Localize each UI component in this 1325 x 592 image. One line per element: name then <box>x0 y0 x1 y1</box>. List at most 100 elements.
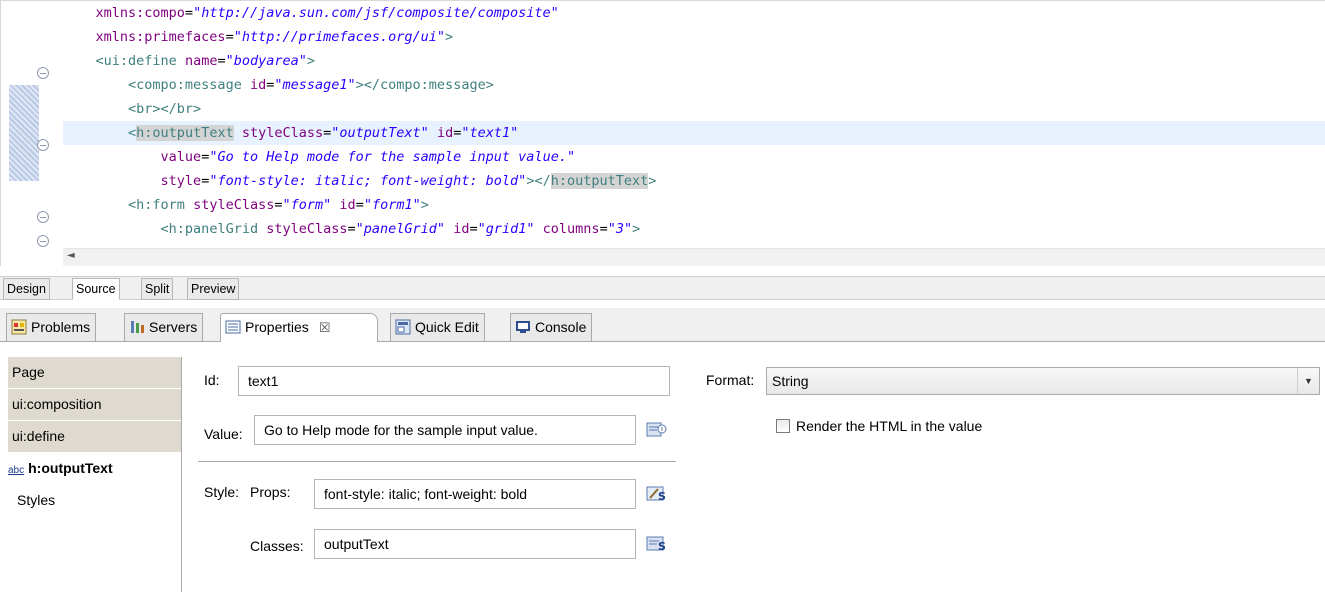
code-token: "grid1" <box>477 221 535 237</box>
tab-problems-label: Problems <box>31 319 91 335</box>
code-token: "bodyarea" <box>225 53 307 69</box>
properties-icon <box>225 317 241 334</box>
code-token: = <box>599 221 608 237</box>
code-token: "form1" <box>363 197 421 213</box>
code-token: "3" <box>607 221 633 237</box>
output-text-icon: abc <box>8 465 25 476</box>
fold-toggle-icon[interactable] <box>37 67 49 79</box>
code-token: id <box>436 125 454 141</box>
quick-edit-icon <box>395 317 411 335</box>
code-token: styleClass <box>193 197 275 213</box>
classes-field[interactable]: outputText <box>314 529 636 559</box>
value-field[interactable]: Go to Help mode for the sample input val… <box>254 415 636 445</box>
code-line[interactable]: <ui:define name="bodyarea"> <box>63 49 1325 73</box>
code-token: value <box>160 149 202 165</box>
nav-item-styles[interactable]: Styles <box>8 485 181 517</box>
code-token: > <box>648 173 657 189</box>
nav-item-h-outputtext[interactable]: abc h:outputText <box>8 453 181 485</box>
code-token: name <box>184 53 218 69</box>
code-token: <compo:message <box>128 77 242 93</box>
code-line[interactable]: value="Go to Help mode for the sample in… <box>63 145 1325 169</box>
tab-source[interactable]: Source <box>72 278 120 300</box>
tab-problems[interactable]: Problems <box>6 313 97 341</box>
chevron-down-icon[interactable]: ▼ <box>1297 368 1319 394</box>
code-line[interactable]: xmlns:compo="http://java.sun.com/jsf/com… <box>63 1 1325 25</box>
code-token: < <box>128 125 137 141</box>
code-token: "form" <box>282 197 332 213</box>
fold-toggle-icon[interactable] <box>37 235 49 247</box>
render-html-checkbox[interactable] <box>776 419 790 433</box>
code-token: ></compo:message> <box>355 77 494 93</box>
tab-console[interactable]: Console <box>510 313 593 341</box>
code-token: id <box>249 77 267 93</box>
classes-label: Classes: <box>250 538 304 554</box>
code-token: <h:form <box>128 197 185 213</box>
code-token: = <box>184 5 194 21</box>
code-line[interactable]: xmlns:primefaces="http://primefaces.org/… <box>63 25 1325 49</box>
value-label: Value: <box>204 426 243 442</box>
code-token: xmlns:compo <box>95 5 185 21</box>
code-line[interactable]: <h:panelGrid styleClass="panelGrid" id="… <box>63 217 1325 241</box>
binding-icon[interactable] <box>646 420 668 440</box>
source-editor[interactable]: xmlns:compo="http://java.sun.com/jsf/com… <box>0 0 1325 267</box>
code-token: <h:panelGrid <box>160 221 259 237</box>
code-token: = <box>274 197 283 213</box>
format-select-value: String <box>772 373 809 389</box>
code-token: "message1" <box>274 77 356 93</box>
tab-quick-edit-label: Quick Edit <box>415 319 479 335</box>
fold-toggle-icon[interactable] <box>37 211 49 223</box>
code-token: "Go to Help mode for the sample input va… <box>209 149 576 165</box>
section-divider <box>198 461 676 463</box>
properties-panel: Page ui:composition ui:define abc h:outpu… <box>0 343 1325 592</box>
props-field[interactable]: font-style: italic; font-weight: bold <box>314 479 636 509</box>
style-label: Style: <box>204 484 240 500</box>
horizontal-scrollbar[interactable]: ◄ <box>63 248 1325 266</box>
console-icon <box>515 317 531 333</box>
tab-split[interactable]: Split <box>141 278 174 300</box>
svg-text:S: S <box>658 490 666 503</box>
code-token: = <box>217 53 226 69</box>
code-line[interactable]: <h:form styleClass="form" id="form1"> <box>63 193 1325 217</box>
tab-properties[interactable]: Properties ☒ <box>220 313 378 342</box>
nav-item-ui-define[interactable]: ui:define <box>8 421 181 453</box>
code-token: > <box>632 221 641 237</box>
nav-item-page[interactable]: Page <box>8 357 181 389</box>
tab-servers-label: Servers <box>149 319 198 335</box>
tab-preview[interactable]: Preview <box>187 278 240 300</box>
style-edit-icon[interactable]: S <box>646 484 668 504</box>
code-token: <br></br> <box>128 101 202 117</box>
servers-icon <box>129 317 145 333</box>
code-area[interactable]: xmlns:compo="http://java.sun.com/jsf/com… <box>63 1 1325 247</box>
code-token: "font-style: italic; font-weight: bold" <box>209 173 527 189</box>
scroll-left-icon[interactable]: ◄ <box>67 250 75 261</box>
props-label: Props: <box>250 484 291 500</box>
tab-quick-edit[interactable]: Quick Edit <box>390 313 485 341</box>
id-label: Id: <box>204 372 220 388</box>
format-select[interactable]: String ▼ <box>766 367 1320 395</box>
code-token: id <box>339 197 356 213</box>
code-line[interactable]: <br></br> <box>63 97 1325 121</box>
nav-item-ui-composition[interactable]: ui:composition <box>8 389 181 421</box>
code-token: id <box>453 221 470 237</box>
fold-toggle-icon[interactable] <box>37 139 49 151</box>
code-token: = <box>469 221 478 237</box>
class-edit-icon[interactable]: S <box>646 534 668 554</box>
render-html-label: Render the HTML in the value <box>796 418 983 434</box>
code-line[interactable]: <h:outputText styleClass="outputText" id… <box>63 121 1325 145</box>
code-token: ></ <box>526 173 551 189</box>
tab-servers[interactable]: Servers <box>124 313 204 341</box>
code-token: > <box>306 53 316 69</box>
tab-design[interactable]: Design <box>3 278 50 300</box>
code-token: > <box>420 197 429 213</box>
code-line[interactable]: <compo:message id="message1"></compo:mes… <box>63 73 1325 97</box>
code-token: "outputText" <box>331 125 429 141</box>
close-icon[interactable]: ☒ <box>319 320 331 335</box>
id-field[interactable]: text1 <box>238 366 670 396</box>
code-line[interactable]: style="font-style: italic; font-weight: … <box>63 169 1325 193</box>
